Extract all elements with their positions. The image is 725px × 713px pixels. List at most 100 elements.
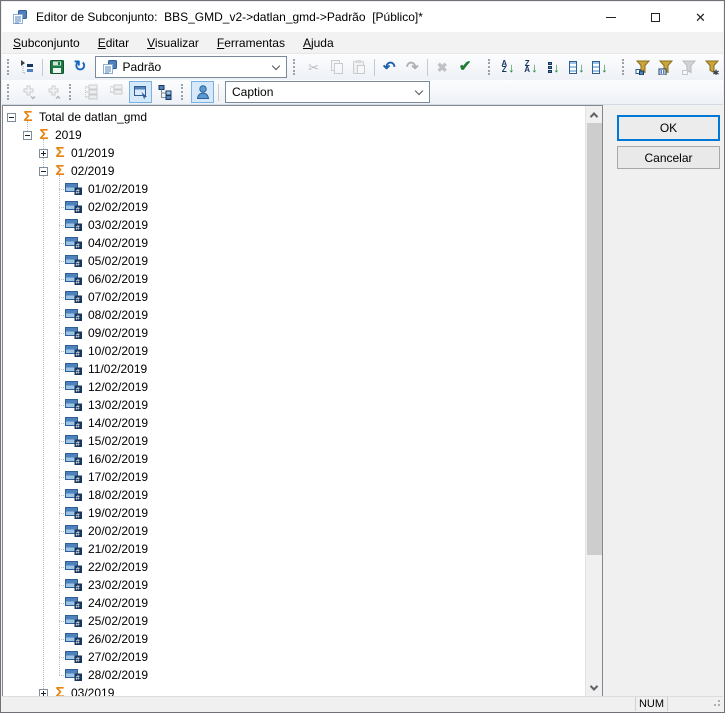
tree-item[interactable]: #03/02/2019 — [3, 216, 585, 234]
tree-item[interactable]: #07/02/2019 — [3, 288, 585, 306]
expand-hierarchy-button[interactable] — [154, 81, 177, 103]
menu-item-visualizar[interactable]: Visualizar — [138, 33, 208, 53]
leaf-element-icon: # — [65, 434, 83, 448]
scrollbar-thumb[interactable] — [587, 123, 602, 555]
collapse-minus-icon[interactable] — [23, 131, 32, 140]
undo-button[interactable]: ↶ — [379, 56, 400, 78]
tree-item[interactable]: #12/02/2019 — [3, 378, 585, 396]
ok-button[interactable]: OK — [617, 115, 720, 141]
tree-item[interactable]: #21/02/2019 — [3, 540, 585, 558]
menu-item-subconjunto[interactable]: Subconjunto — [4, 33, 89, 53]
menu-item-editar[interactable]: Editar — [89, 33, 138, 53]
save-subset-button[interactable] — [47, 56, 68, 78]
tree-item[interactable]: #19/02/2019 — [3, 504, 585, 522]
tree-item[interactable]: ΣTotal de datlan_gmd — [3, 108, 585, 126]
tree-item[interactable]: #04/02/2019 — [3, 234, 585, 252]
tree-item[interactable]: #13/02/2019 — [3, 396, 585, 414]
alias-button[interactable] — [191, 81, 214, 103]
redo-icon: ↷ — [406, 61, 419, 74]
delete-button[interactable]: ✖ — [432, 56, 453, 78]
menu-item-ferramentas[interactable]: Ferramentas — [208, 33, 294, 53]
collapse-tree-button[interactable] — [104, 81, 127, 103]
close-button[interactable]: ✕ — [678, 2, 723, 32]
expand-plus-icon[interactable] — [39, 149, 48, 158]
toolbar-grip[interactable] — [7, 84, 12, 100]
tree-item[interactable]: #06/02/2019 — [3, 270, 585, 288]
tree-item[interactable]: #16/02/2019 — [3, 450, 585, 468]
svg-text:#: # — [76, 603, 80, 610]
tree-item[interactable]: #20/02/2019 — [3, 522, 585, 540]
redo-button[interactable]: ↷ — [402, 56, 423, 78]
consolidated-sigma-icon: Σ — [52, 686, 68, 696]
tree-item[interactable]: #18/02/2019 — [3, 486, 585, 504]
filter-by-attribute-button[interactable] — [655, 56, 676, 78]
leaf-element-icon: # — [65, 344, 83, 358]
subset-select[interactable]: Padrão — [95, 56, 288, 78]
svg-text:#: # — [76, 459, 80, 466]
tree-item[interactable]: #17/02/2019 — [3, 468, 585, 486]
tree-item[interactable]: #01/02/2019 — [3, 180, 585, 198]
collapse-minus-icon[interactable] — [39, 167, 48, 176]
collapse-minus-icon[interactable] — [7, 113, 16, 122]
tree-item[interactable]: #09/02/2019 — [3, 324, 585, 342]
paste-button[interactable] — [349, 56, 370, 78]
tree-item[interactable]: #02/02/2019 — [3, 198, 585, 216]
scroll-down-button[interactable] — [586, 679, 602, 696]
reload-subset-button[interactable]: ↻ — [70, 56, 91, 78]
tree-item[interactable]: #23/02/2019 — [3, 576, 585, 594]
cut-button[interactable]: ✂ — [303, 56, 324, 78]
tree-item-label: 24/02/2019 — [88, 596, 148, 610]
tree-item[interactable]: #24/02/2019 — [3, 594, 585, 612]
minimize-button[interactable] — [588, 2, 633, 32]
tree-item[interactable]: #22/02/2019 — [3, 558, 585, 576]
tree-item[interactable]: #25/02/2019 — [3, 612, 585, 630]
vertical-scrollbar[interactable] — [585, 106, 602, 696]
expand-plus-icon[interactable] — [39, 689, 48, 697]
subset-editor-button[interactable] — [17, 56, 38, 78]
tree-item-label: 02/2019 — [71, 164, 114, 178]
sort-index-ascending-button[interactable]: ↓ — [566, 56, 587, 78]
filter-by-level-button[interactable] — [632, 56, 653, 78]
tree-item[interactable]: Σ02/2019 — [3, 162, 585, 180]
properties-button[interactable] — [129, 81, 152, 103]
tree-item[interactable]: #10/02/2019 — [3, 342, 585, 360]
scroll-up-button[interactable] — [586, 106, 602, 123]
tree-item[interactable]: Σ01/2019 — [3, 144, 585, 162]
tree-item[interactable]: #28/02/2019 — [3, 666, 585, 684]
toolbar-grip[interactable] — [293, 59, 298, 75]
menu-item-ajuda[interactable]: Ajuda — [294, 33, 343, 53]
tree-item[interactable]: #08/02/2019 — [3, 306, 585, 324]
toolbar-grip[interactable] — [622, 59, 627, 75]
drill-down-button[interactable] — [17, 81, 40, 103]
expand-tree-button[interactable] — [79, 81, 102, 103]
sort-index-descending-button[interactable]: ↓ — [589, 56, 610, 78]
tree-item[interactable]: #27/02/2019 — [3, 648, 585, 666]
filter-button[interactable] — [678, 56, 699, 78]
tree-item[interactable]: #11/02/2019 — [3, 360, 585, 378]
tree-item[interactable]: #14/02/2019 — [3, 414, 585, 432]
toolbar-grip[interactable] — [488, 59, 493, 75]
drill-up-button[interactable] — [42, 81, 65, 103]
paste-icon — [351, 59, 367, 75]
leaf-element-icon: # — [65, 254, 83, 268]
tree-body: ΣTotal de datlan_gmdΣ2019Σ01/2019Σ02/201… — [3, 106, 585, 696]
maximize-button[interactable] — [633, 2, 678, 32]
tree-item[interactable]: Σ2019 — [3, 126, 585, 144]
resize-grip-icon[interactable] — [711, 697, 721, 710]
sort-ascending-button[interactable]: AZ↓ — [497, 56, 518, 78]
toolbar-grip[interactable] — [69, 84, 74, 100]
alias-select[interactable]: Caption — [225, 81, 430, 103]
sort-hierarchy-button[interactable]: ↓ — [543, 56, 564, 78]
copy-button[interactable] — [326, 56, 347, 78]
filter-wildcard-button[interactable] — [701, 56, 722, 78]
cancel-button[interactable]: Cancelar — [617, 146, 720, 169]
sort-descending-button[interactable]: ZA↓ — [520, 56, 541, 78]
apply-button[interactable]: ✔ — [455, 56, 476, 78]
funnel-star-icon — [704, 59, 720, 75]
tree-item[interactable]: #26/02/2019 — [3, 630, 585, 648]
toolbar-grip[interactable] — [181, 84, 186, 100]
tree-item[interactable]: #05/02/2019 — [3, 252, 585, 270]
toolbar-grip[interactable] — [7, 59, 12, 75]
tree-item[interactable]: Σ03/2019 — [3, 684, 585, 696]
tree-item[interactable]: #15/02/2019 — [3, 432, 585, 450]
